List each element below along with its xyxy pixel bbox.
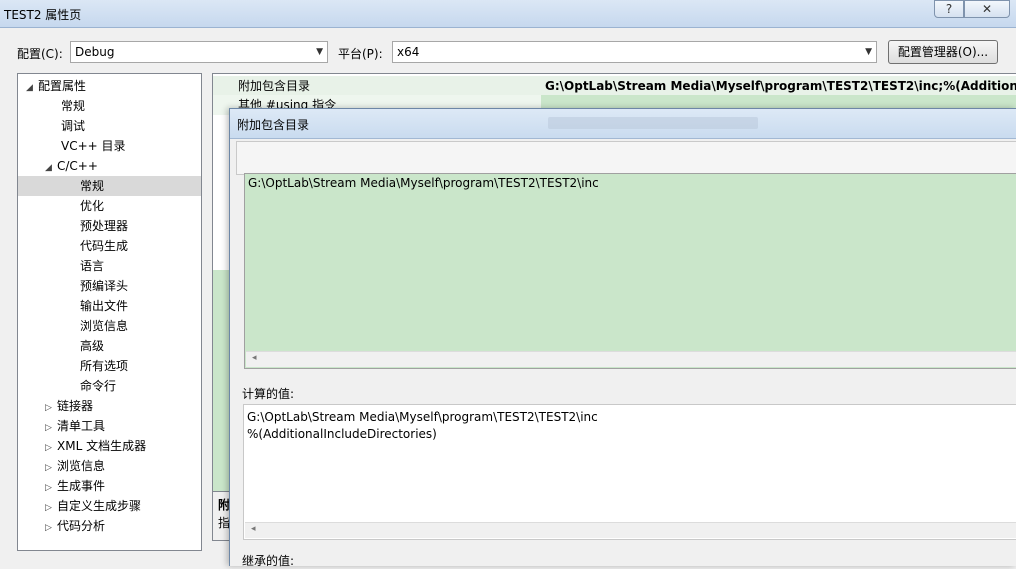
chevron-down-icon: ▼ <box>865 47 872 57</box>
tree-item-cpp-general[interactable]: 常规 <box>18 176 201 196</box>
expand-icon[interactable]: ▷ <box>45 418 57 438</box>
tree-item-linker[interactable]: ▷ 链接器 <box>45 396 93 416</box>
tree-item-config-props[interactable]: ◢ 配置属性 <box>26 76 86 96</box>
property-tree[interactable]: ◢ 配置属性 常规 调试 VC++ 目录 ◢ C/C++ 常规 优化 预处理器 代码… <box>17 73 202 551</box>
main-window-titlebar: TEST2 属性页 ? ✕ <box>0 0 1016 28</box>
expand-icon[interactable]: ▷ <box>45 518 57 538</box>
tree-item-output-files[interactable]: 输出文件 <box>80 296 128 316</box>
tree-item-precompiled-headers[interactable]: 预编译头 <box>80 276 128 296</box>
blurred-background-text <box>548 117 758 129</box>
tree-item-browse-info[interactable]: 浏览信息 <box>80 316 128 336</box>
config-select[interactable]: Debug ▼ <box>70 41 328 63</box>
tree-item-debugging[interactable]: 调试 <box>61 116 85 136</box>
scroll-left-icon[interactable]: ◂ <box>251 524 256 534</box>
tree-item-preprocessor[interactable]: 预处理器 <box>80 216 128 236</box>
tree-item-manifest-tool[interactable]: ▷ 清单工具 <box>45 416 105 436</box>
inherited-values-label: 继承的值: <box>242 554 295 568</box>
tree-item-cpp[interactable]: ◢ C/C++ <box>45 156 98 176</box>
dialog-titlebar: 附加包含目录 <box>230 109 1016 139</box>
expand-icon[interactable]: ▷ <box>45 498 57 518</box>
tree-item-code-analysis[interactable]: ▷ 代码分析 <box>45 516 105 536</box>
platform-select[interactable]: x64 ▼ <box>392 41 877 63</box>
computed-line: %(AdditionalIncludeDirectories) <box>247 427 437 441</box>
expand-icon[interactable]: ▷ <box>45 398 57 418</box>
tree-item-advanced[interactable]: 高级 <box>80 336 104 356</box>
edit-horizontal-scrollbar[interactable]: ◂ <box>246 351 1016 367</box>
config-manager-button[interactable]: 配置管理器(O)... <box>888 40 998 64</box>
grid-row-value[interactable]: G:\OptLab\Stream Media\Myself\program\TE… <box>545 76 1016 96</box>
tree-item-vc-directories[interactable]: VC++ 目录 <box>61 136 126 156</box>
edit-line[interactable]: G:\OptLab\Stream Media\Myself\program\TE… <box>248 176 599 190</box>
tree-item-all-options[interactable]: 所有选项 <box>80 356 128 376</box>
computed-values-box: G:\OptLab\Stream Media\Myself\program\TE… <box>243 404 1016 540</box>
computed-line: G:\OptLab\Stream Media\Myself\program\TE… <box>247 410 598 424</box>
scroll-left-icon[interactable]: ◂ <box>252 353 257 363</box>
collapse-icon[interactable]: ◢ <box>45 158 57 178</box>
dialog-toolbar-area <box>236 141 1016 175</box>
tree-item-build-events[interactable]: ▷ 生成事件 <box>45 476 105 496</box>
computed-values-label: 计算的值: <box>242 387 295 401</box>
close-button[interactable]: ✕ <box>964 0 1010 18</box>
computed-horizontal-scrollbar[interactable]: ◂ <box>245 522 1016 538</box>
tree-item-command-line[interactable]: 命令行 <box>80 376 116 396</box>
expand-icon[interactable]: ▷ <box>45 478 57 498</box>
config-label: 配置(C): <box>17 47 63 61</box>
help-icon: ? <box>945 2 953 16</box>
tree-item-xml-doc-generator[interactable]: ▷ XML 文档生成器 <box>45 436 146 456</box>
tree-item-language[interactable]: 语言 <box>80 256 104 276</box>
config-value: Debug <box>75 45 115 59</box>
chevron-down-icon: ▼ <box>316 47 323 57</box>
tree-item-code-generation[interactable]: 代码生成 <box>80 236 128 256</box>
tree-item-custom-build-step[interactable]: ▷ 自定义生成步骤 <box>45 496 141 516</box>
tree-item-browse-information[interactable]: ▷ 浏览信息 <box>45 456 105 476</box>
grid-row-additional-include-dirs[interactable]: 附加包含目录 G:\OptLab\Stream Media\Myself\pro… <box>213 76 1016 96</box>
collapse-icon[interactable]: ◢ <box>26 78 38 98</box>
grid-row-key: 附加包含目录 <box>238 79 311 93</box>
expand-icon[interactable]: ▷ <box>45 438 57 458</box>
include-dirs-dialog: 附加包含目录 G:\OptLab\Stream Media\Myself\pro… <box>229 108 1016 568</box>
window-title: TEST2 属性页 <box>4 8 82 22</box>
close-icon: ✕ <box>981 2 993 16</box>
tree-item-general[interactable]: 常规 <box>61 96 85 116</box>
platform-value: x64 <box>397 45 420 59</box>
tree-item-optimization[interactable]: 优化 <box>80 196 104 216</box>
include-dirs-edit[interactable]: G:\OptLab\Stream Media\Myself\program\TE… <box>244 173 1016 369</box>
dialog-title: 附加包含目录 <box>237 118 310 132</box>
expand-icon[interactable]: ▷ <box>45 458 57 478</box>
help-button[interactable]: ? <box>934 0 964 18</box>
platform-label: 平台(P): <box>338 47 383 61</box>
